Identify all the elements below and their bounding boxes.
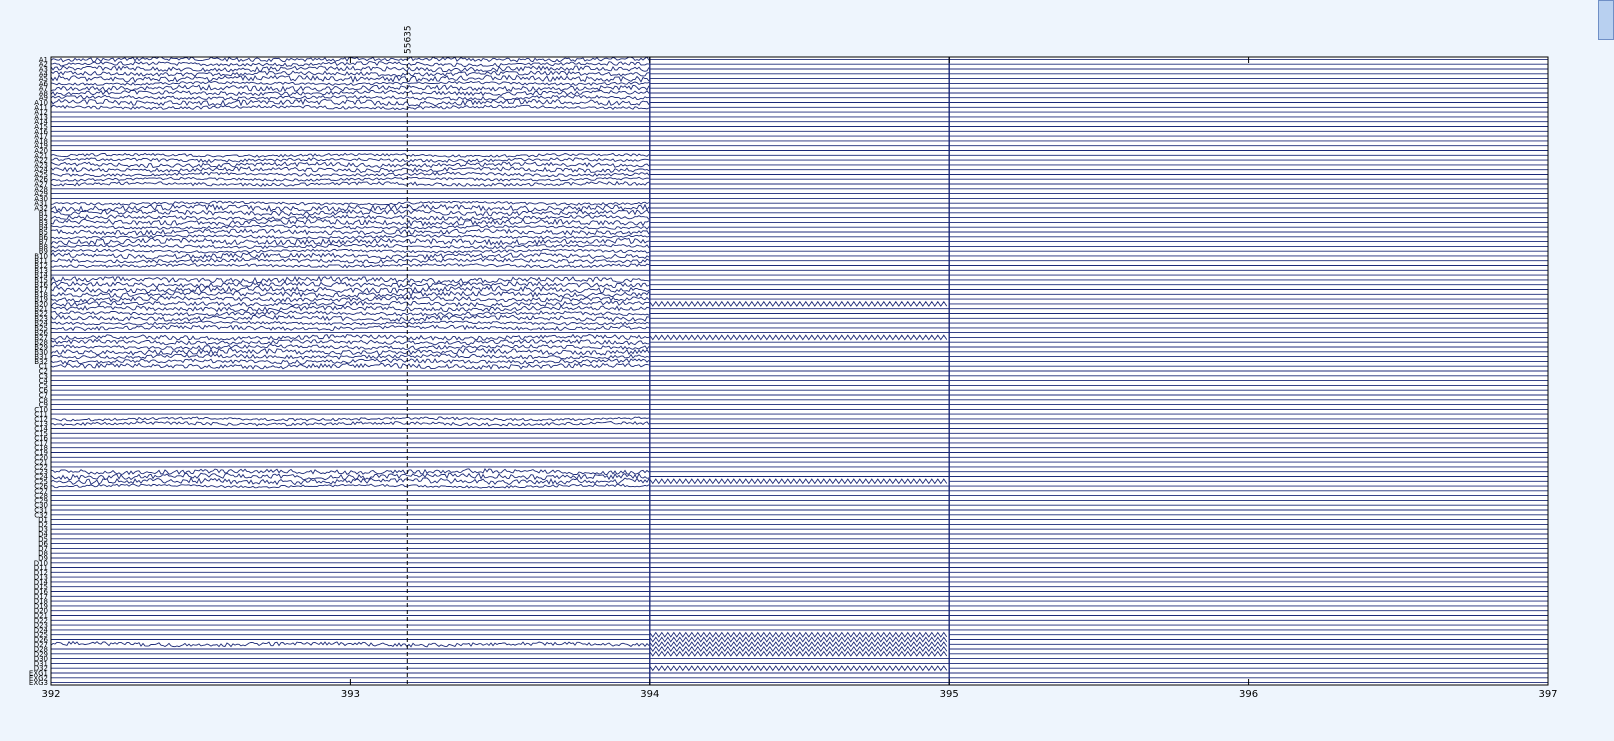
scroll-handle[interactable] — [1598, 0, 1614, 40]
x-tick-label-397: 397 — [1538, 689, 1557, 700]
x-tick-label-392: 392 — [41, 689, 60, 700]
x-tick-label-396: 396 — [1239, 689, 1258, 700]
eeg-plot[interactable]: 55635 A1A2A3A4A5A6A7A8A9A10A11A12A13A14A… — [0, 0, 1614, 741]
channel-labels: A1A2A3A4A5A6A7A8A9A10A11A12A13A14A15A16A… — [29, 56, 49, 687]
channel-label-exg3: EXG3 — [29, 679, 48, 687]
x-tick-label-393: 393 — [341, 689, 360, 700]
cursor-label: 55635 — [403, 25, 413, 54]
x-tick-label-395: 395 — [940, 689, 959, 700]
x-tick-label-394: 394 — [640, 689, 659, 700]
